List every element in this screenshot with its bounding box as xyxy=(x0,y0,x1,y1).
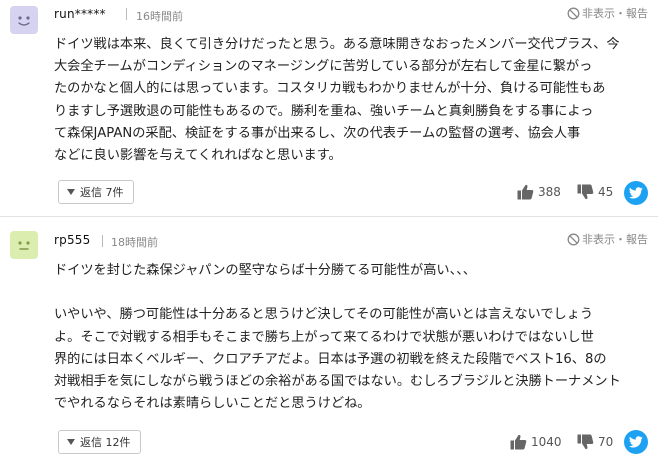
comment-line: て森保JAPANの采配、検証をする事が出来るし、次の代表チームの監督の選考、協会… xyxy=(54,125,581,141)
twitter-share-button[interactable] xyxy=(624,181,648,205)
avatar[interactable] xyxy=(10,231,38,259)
thumbs-down-icon xyxy=(577,434,594,450)
dislike-button[interactable]: 45 xyxy=(577,184,613,200)
triangle-down-icon xyxy=(67,439,75,445)
username[interactable]: run***** xyxy=(54,7,106,21)
comment-line: 対戦相手を気にしながら戦うほどの余裕がある国ではない。むしろブラジルと決勝トーナ… xyxy=(54,374,621,390)
separator xyxy=(126,8,127,20)
thumbs-up-icon xyxy=(517,184,534,200)
replies-toggle-button[interactable]: 返信 12件 xyxy=(58,430,141,454)
hide-report-label: 非表示・報告 xyxy=(582,7,648,20)
comment-line: ドイツを封じた森保ジャパンの堅守ならば十分勝てる可能性が高い、、、 xyxy=(54,263,476,278)
comment-text: ドイツ戦は本来、良くて引き分けだったと思う。ある意味開きなおったメンバー交代プラ… xyxy=(54,34,650,167)
dislike-button[interactable]: 70 xyxy=(577,434,613,450)
comment-line: などに良い影響を与えてくれればなと思います。 xyxy=(54,148,342,164)
dislike-count: 45 xyxy=(598,185,614,199)
comment-line: ドイツ戦は本来、良くて引き分けだったと思う。ある意味開きなおったメンバー交代プラ… xyxy=(54,37,620,52)
dislike-count: 70 xyxy=(598,435,614,449)
like-button[interactable]: 1040 xyxy=(510,434,562,450)
comment-line: 大会全チームがコンディションのマネージングに苦労している部分が左右して金星に繋が… xyxy=(54,59,593,75)
comment-line xyxy=(54,282,650,304)
comment-line: よ。そこで対戦する相手もそこまで勝ち上がって来てるわけで状態が悪いわけではないし… xyxy=(54,329,594,345)
like-count: 1040 xyxy=(531,435,562,449)
hide-report-label: 非表示・報告 xyxy=(582,233,648,246)
thumbs-up-icon xyxy=(510,434,527,450)
twitter-icon xyxy=(629,433,643,452)
separator xyxy=(102,235,103,247)
no-entry-icon xyxy=(567,233,580,246)
like-button[interactable]: 388 xyxy=(517,184,561,200)
comment-item: rp555 18時間前 非表示・報告 ドイツを封じた森保ジャパンの堅守ならば十分… xyxy=(0,217,658,464)
comment-line: りますし予選敗退の可能性もあるので。勝利を重ね、強いチームと真剣勝負をする事によ… xyxy=(54,103,594,119)
comment-line: たのかなと個人的には思っています。コスタリカ戦もわかりませんが十分、負ける可能性… xyxy=(54,81,606,97)
triangle-down-icon xyxy=(67,189,75,195)
timestamp: 16時間前 xyxy=(136,10,183,23)
comment-line: いやいや、勝つ可能性は十分あると思うけど決してその可能性が高いとは言えないでしょ… xyxy=(54,307,594,323)
no-entry-icon xyxy=(567,7,580,20)
hide-report-button[interactable]: 非表示・報告 xyxy=(567,231,648,247)
replies-label: 返信 12件 xyxy=(80,436,131,449)
comment-item: run***** 16時間前 非表示・報告 ドイツ戦は本来、良くて引き分けだった… xyxy=(0,0,658,217)
replies-toggle-button[interactable]: 返信 7件 xyxy=(58,180,134,204)
twitter-share-button[interactable] xyxy=(624,430,648,454)
replies-label: 返信 7件 xyxy=(80,186,124,199)
avatar[interactable] xyxy=(10,6,38,34)
timestamp: 18時間前 xyxy=(111,236,158,249)
comment-line: でやれるならそれは素晴らしいことだと思うけどね。 xyxy=(54,396,371,412)
like-count: 388 xyxy=(538,185,561,199)
hide-report-button[interactable]: 非表示・報告 xyxy=(567,5,648,21)
comment-line: 界的には日本くベルギー、クロアチアだよ。日本は予選の初戦を終えた段階でベスト16… xyxy=(54,351,607,367)
comment-text: ドイツを封じた森保ジャパンの堅守ならば十分勝てる可能性が高い、、、 いやいや、勝… xyxy=(54,260,650,415)
twitter-icon xyxy=(629,184,643,203)
thumbs-down-icon xyxy=(577,184,594,200)
username[interactable]: rp555 xyxy=(54,233,90,247)
